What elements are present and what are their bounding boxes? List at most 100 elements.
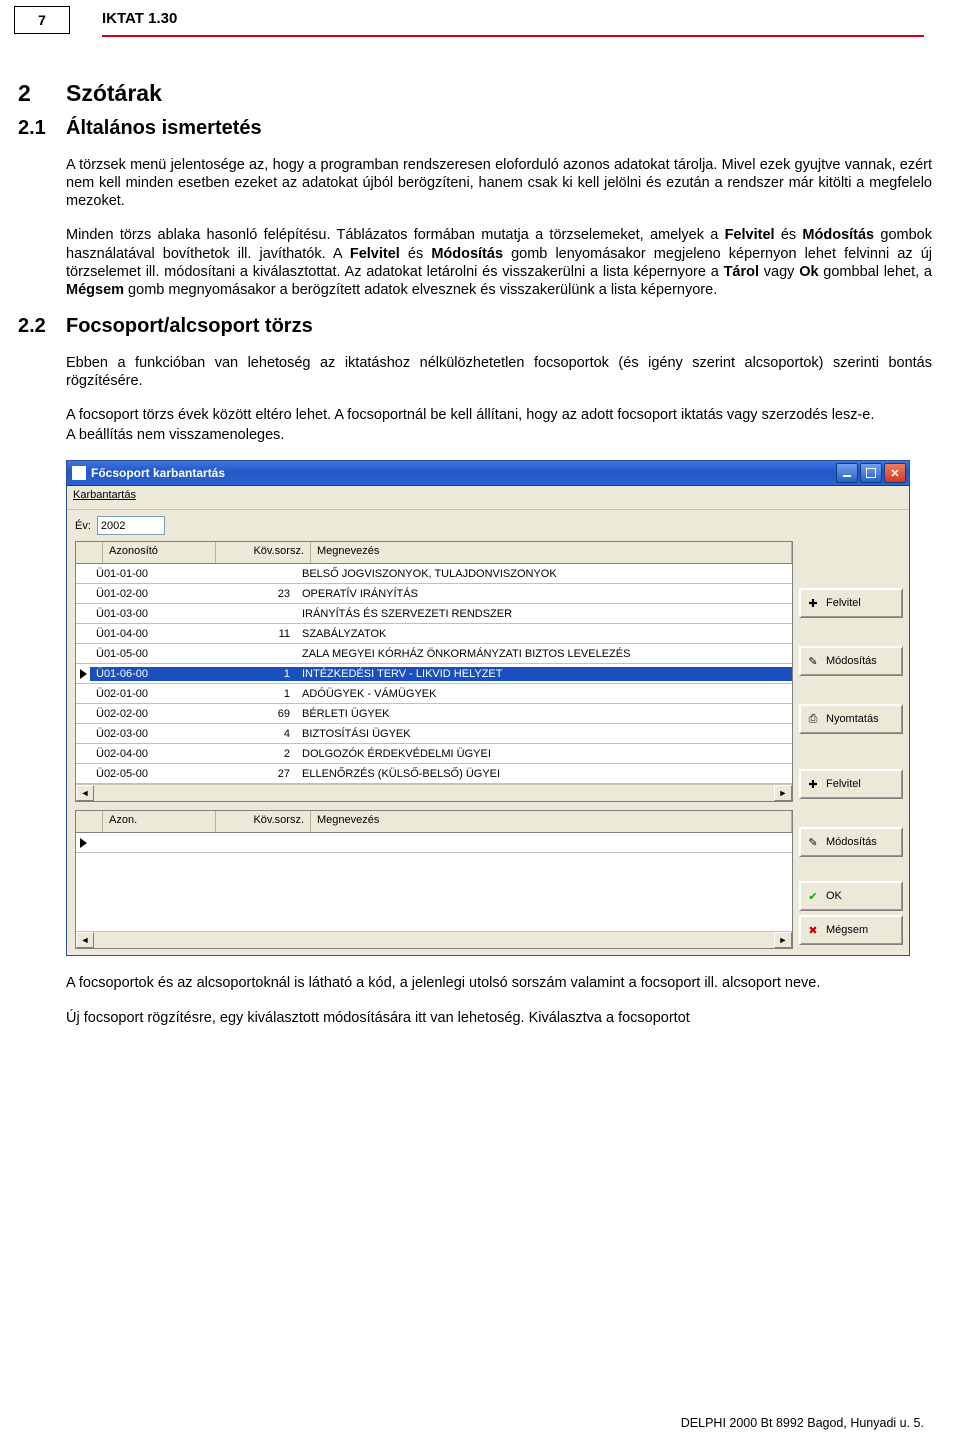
- modositas-button[interactable]: ✎ Módosítás: [799, 646, 903, 676]
- cell-kovsorsz: 4: [202, 727, 296, 741]
- row-marker: [76, 669, 90, 679]
- cell-kovsorsz: [202, 653, 296, 655]
- scroll-left-button[interactable]: ◄: [76, 785, 94, 801]
- cell-kovsorsz: 2: [202, 747, 296, 761]
- text-bold: Felvitel: [350, 246, 400, 262]
- cell-azonosito: Ü02-02-00: [90, 707, 202, 721]
- table-row[interactable]: Ü01-06-001INTÉZKEDÉSI TERV - LIKVID HELY…: [76, 664, 792, 684]
- cell-azonosito: Ü01-05-00: [90, 647, 202, 661]
- menu-karbantartas[interactable]: Karbantartás: [73, 489, 136, 501]
- cell-azonosito: Ü02-04-00: [90, 747, 202, 761]
- doc-title: IKTAT 1.30: [102, 10, 177, 27]
- cell-kovsorsz: 69: [202, 707, 296, 721]
- felvitel-button-2[interactable]: ✚ Felvitel: [799, 769, 903, 799]
- row-marker: [76, 838, 90, 848]
- column-header-megnevezes[interactable]: Megnevezés: [311, 811, 792, 832]
- cell-megnevezes: BÉRLETI ÜGYEK: [296, 707, 792, 721]
- felvitel-button[interactable]: ✚ Felvitel: [799, 588, 903, 618]
- text: gomb megnyomásakor a berögzített adatok …: [124, 282, 717, 298]
- cell-kovsorsz: 1: [202, 667, 296, 681]
- button-label: Nyomtatás: [826, 713, 879, 725]
- table-row[interactable]: Ü01-03-00 IRÁNYÍTÁS ÉS SZERVEZETI RENDSZE…: [76, 604, 792, 624]
- column-header-megnevezes[interactable]: Megnevezés: [311, 542, 792, 563]
- main-table[interactable]: Azonosító Köv.sorsz. Megnevezés Ü01-01-0…: [75, 541, 793, 802]
- text-bold: Módosítás: [802, 227, 874, 243]
- table-row[interactable]: Ü02-03-004BIZTOSÍTÁSI ÜGYEK: [76, 724, 792, 744]
- app-icon: [72, 466, 86, 480]
- text: vagy: [759, 264, 799, 280]
- cell-megnevezes: IRÁNYÍTÁS ÉS SZERVEZETI RENDSZER: [296, 607, 792, 621]
- table-row[interactable]: Ü01-01-00BELSŐ JOGVISZONYOK, TULAJDONVIS…: [76, 564, 792, 584]
- section-number: 2: [18, 80, 66, 107]
- horizontal-scrollbar[interactable]: ◄ ►: [76, 931, 792, 948]
- scroll-track[interactable]: [94, 786, 774, 800]
- cell-kovsorsz: [202, 613, 296, 615]
- ok-button[interactable]: ✔ OK: [799, 881, 903, 911]
- table-row[interactable]: [76, 833, 792, 853]
- sub-table[interactable]: Azon. Köv.sorsz. Megnevezés ◄: [75, 810, 793, 949]
- subsection-title: Focsoport/alcsoport törzs: [66, 315, 313, 338]
- table-row[interactable]: Ü02-02-0069BÉRLETI ÜGYEK: [76, 704, 792, 724]
- window-titlebar[interactable]: Főcsoport karbantartás ✕: [67, 461, 909, 486]
- section-title: Szótárak: [66, 80, 162, 107]
- cell-megnevezes: SZABÁLYZATOK: [296, 627, 792, 641]
- row-marker-header: [76, 542, 103, 563]
- scroll-track[interactable]: [94, 933, 774, 947]
- column-header-azon[interactable]: Azon.: [103, 811, 216, 832]
- text: gombbal lehet, a: [819, 264, 932, 280]
- text-bold: Ok: [799, 264, 818, 280]
- nyomtatas-button[interactable]: ⎙ Nyomtatás: [799, 704, 903, 734]
- cell-azon: [90, 842, 202, 844]
- text: és: [400, 246, 431, 262]
- menu-bar[interactable]: Karbantartás: [67, 486, 909, 510]
- scroll-right-button[interactable]: ►: [774, 932, 792, 948]
- cell-megnevezes: ADÓÜGYEK - VÁMÜGYEK: [296, 687, 792, 701]
- table-row[interactable]: Ü01-05-00ZALA MEGYEI KÓRHÁZ ÖNKORMÁNYZAT…: [76, 644, 792, 664]
- minimize-button[interactable]: [836, 463, 858, 483]
- scroll-right-button[interactable]: ►: [774, 785, 792, 801]
- table-row[interactable]: Ü02-04-002DOLGOZÓK ÉRDEKVÉDELMI ÜGYEI: [76, 744, 792, 764]
- page-footer: DELPHI 2000 Bt 8992 Bagod, Hunyadi u. 5.: [681, 1416, 924, 1430]
- cell-kovsorsz: 27: [202, 767, 296, 781]
- modositas-button-2[interactable]: ✎ Módosítás: [799, 827, 903, 857]
- application-window: Főcsoport karbantartás ✕ Karbantartás Év…: [66, 460, 910, 956]
- check-icon: ✔: [806, 889, 820, 903]
- plus-icon: ✚: [806, 596, 820, 610]
- subsection-number: 2.2: [18, 315, 66, 338]
- text-bold: Felvitel: [725, 227, 775, 243]
- column-header-azonosito[interactable]: Azonosító: [103, 542, 216, 563]
- table-row[interactable]: Ü01-04-0011SZABÁLYZATOK: [76, 624, 792, 644]
- table-row[interactable]: Ü01-02-0023OPERATÍV IRÁNYÍTÁS: [76, 584, 792, 604]
- cell-azonosito: Ü02-03-00: [90, 727, 202, 741]
- cell-kovsorsz: [202, 842, 296, 844]
- table-row[interactable]: Ü02-01-001ADÓÜGYEK - VÁMÜGYEK: [76, 684, 792, 704]
- button-label: Felvitel: [826, 597, 861, 609]
- column-header-kovsorsz[interactable]: Köv.sorsz.: [216, 811, 311, 832]
- text: Minden törzs ablaka hasonló felépítésu. …: [66, 227, 725, 243]
- close-button[interactable]: ✕: [884, 463, 906, 483]
- column-header-kovsorsz[interactable]: Köv.sorsz.: [216, 542, 311, 563]
- horizontal-scrollbar[interactable]: ◄ ►: [76, 784, 792, 801]
- edit-icon: ✎: [806, 835, 820, 849]
- year-label: Év:: [75, 520, 91, 532]
- paragraph: A focsoport törzs évek között eltéro leh…: [66, 406, 932, 424]
- scroll-left-button[interactable]: ◄: [76, 932, 94, 948]
- header-rule: [102, 35, 924, 37]
- page-number: 7: [14, 6, 70, 34]
- cell-azonosito: Ü01-01-00: [90, 567, 202, 581]
- paragraph: A beállítás nem visszamenoleges.: [66, 426, 932, 444]
- cell-azonosito: Ü01-04-00: [90, 627, 202, 641]
- cancel-icon: ✖: [806, 923, 820, 937]
- subsection-number: 2.1: [18, 117, 66, 140]
- button-label: OK: [826, 890, 842, 902]
- window-title: Főcsoport karbantartás: [91, 466, 836, 480]
- year-input[interactable]: [97, 516, 165, 535]
- megsem-button[interactable]: ✖ Mégsem: [799, 915, 903, 945]
- maximize-button[interactable]: [860, 463, 882, 483]
- paragraph: Új focsoport rögzítésre, egy kiválasztot…: [66, 1009, 932, 1027]
- cell-megnevezes: ELLENŐRZÉS (KÜLSŐ-BELSŐ) ÜGYEI: [296, 767, 792, 781]
- cell-azonosito: Ü01-03-00: [90, 607, 202, 621]
- cell-megnevezes: INTÉZKEDÉSI TERV - LIKVID HELYZET: [296, 667, 792, 681]
- table-row[interactable]: Ü02-05-0027ELLENŐRZÉS (KÜLSŐ-BELSŐ) ÜGYE…: [76, 764, 792, 784]
- button-label: Felvitel: [826, 778, 861, 790]
